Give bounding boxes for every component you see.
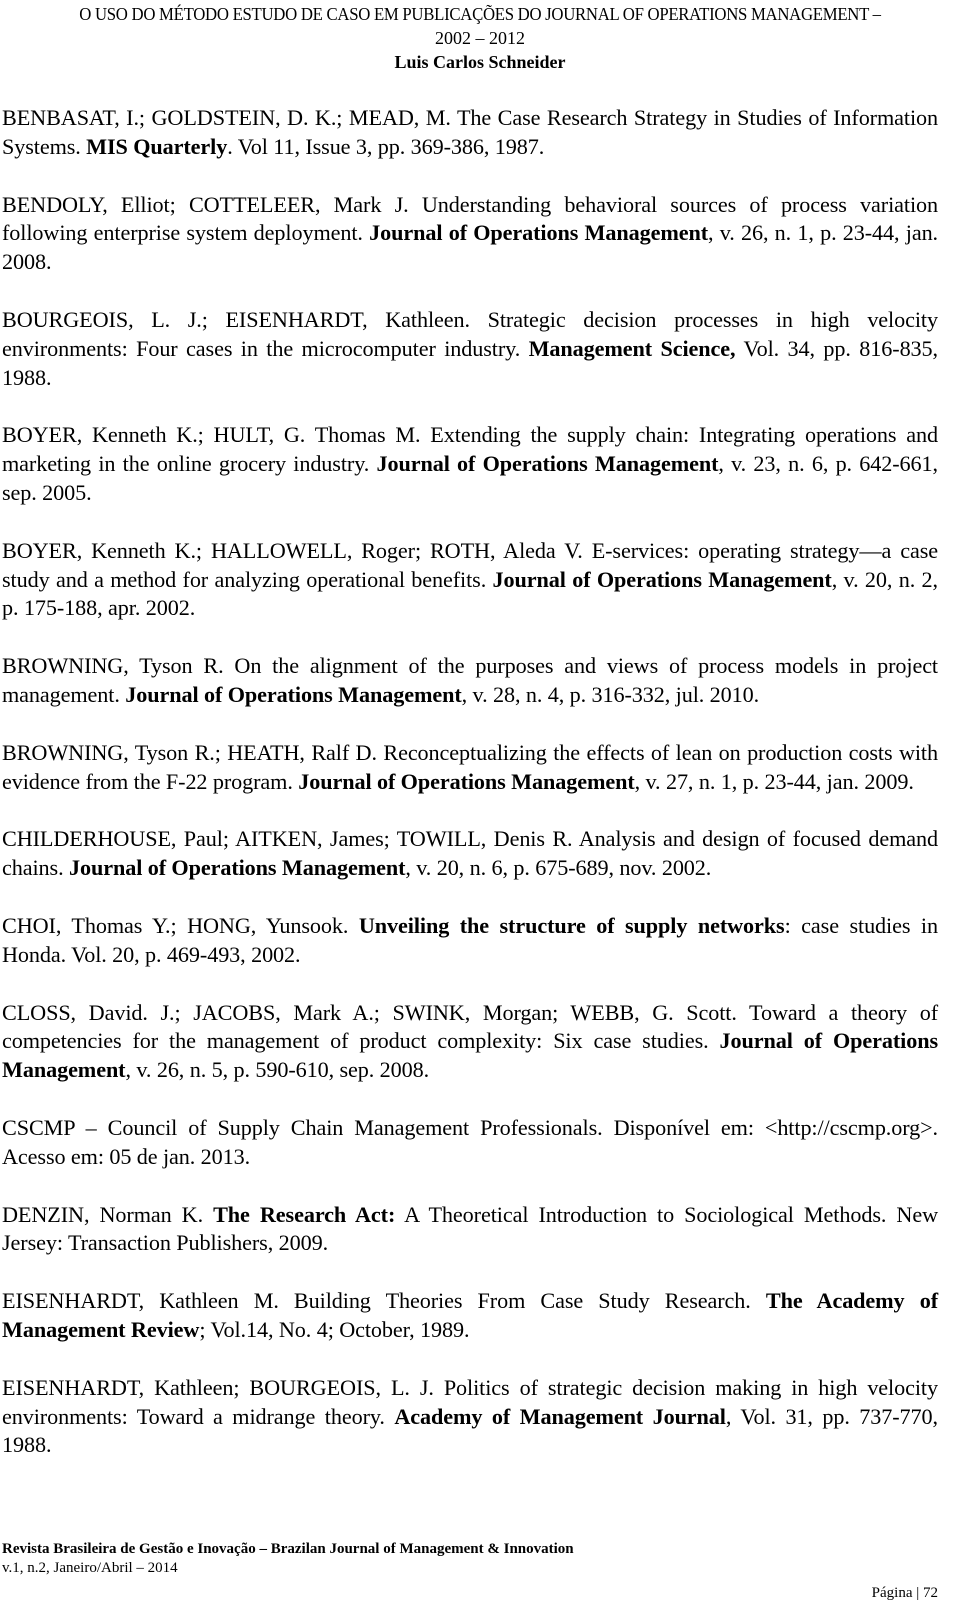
reference-entry: BROWNING, Tyson R.; HEATH, Ralf D. Recon… — [2, 739, 938, 797]
reference-entry: BENBASAT, I.; GOLDSTEIN, D. K.; MEAD, M.… — [2, 104, 938, 162]
reference-source-title: Journal of Operations Management — [492, 566, 832, 592]
reference-text: DENZIN, Norman K. — [2, 1201, 214, 1227]
reference-text: ; Vol.14, No. 4; October, 1989. — [199, 1316, 470, 1342]
page-footer: Revista Brasileira de Gestão e Inovação … — [2, 1540, 938, 1601]
footer-journal-name: Revista Brasileira de Gestão e Inovação … — [2, 1541, 574, 1557]
running-author: Luis Carlos Schneider — [394, 52, 566, 72]
reference-text: , v. 26, n. 5, p. 590-610, sep. 2008. — [125, 1057, 430, 1083]
reference-source-title: Management Science, — [528, 335, 736, 361]
reference-text: CHOI, Thomas Y.; HONG, Yunsook. — [2, 912, 359, 938]
reference-text: . Vol 11, Issue 3, pp. 369-386, 1987. — [227, 133, 545, 159]
reference-entry: EISENHARDT, Kathleen; BOURGEOIS, L. J. P… — [2, 1374, 938, 1460]
reference-entry: DENZIN, Norman K. The Research Act: A Th… — [2, 1201, 938, 1259]
footer-issue-info: v.1, n.2, Janeiro/Abril – 2014 — [2, 1560, 178, 1576]
reference-source-title: The Research Act: — [213, 1201, 396, 1227]
reference-text: , v. 28, n. 4, p. 316-332, jul. 2010. — [461, 681, 760, 707]
reference-entry: CHILDERHOUSE, Paul; AITKEN, James; TOWIL… — [2, 825, 938, 883]
reference-list: BENBASAT, I.; GOLDSTEIN, D. K.; MEAD, M.… — [2, 104, 938, 1489]
reference-source-title: Journal of Operations Management — [68, 855, 406, 881]
reference-entry: EISENHARDT, Kathleen M. Building Theorie… — [2, 1287, 938, 1345]
running-title-years: 2002 – 2012 — [435, 28, 525, 48]
reference-source-title: Unveiling the structure of supply networ… — [358, 912, 785, 938]
reference-source-title: MIS Quarterly — [86, 133, 228, 159]
reference-entry: BOYER, Kenneth K.; HALLOWELL, Roger; ROT… — [2, 537, 938, 623]
reference-text: EISENHARDT, Kathleen M. Building Theorie… — [2, 1288, 766, 1314]
reference-source-title: Journal of Operations Management — [125, 681, 462, 707]
reference-source-title: Academy of Management Journal — [394, 1403, 726, 1429]
page-number: Página | 72 — [871, 1585, 938, 1601]
reference-entry: CSCMP – Council of Supply Chain Manageme… — [2, 1114, 938, 1172]
reference-source-title: Journal of Operations Management — [369, 220, 708, 246]
reference-text: , v. 27, n. 1, p. 23-44, jan. 2009. — [634, 768, 914, 794]
reference-entry: BROWNING, Tyson R. On the alignment of t… — [2, 652, 938, 710]
reference-entry: CLOSS, David. J.; JACOBS, Mark A.; SWINK… — [2, 999, 938, 1085]
page-header: O USO DO MÉTODO ESTUDO DE CASO EM PUBLIC… — [0, 0, 960, 75]
reference-entry: BOYER, Kenneth K.; HULT, G. Thomas M. Ex… — [2, 421, 938, 507]
running-title: O USO DO MÉTODO ESTUDO DE CASO EM PUBLIC… — [79, 4, 881, 24]
reference-entry: BOURGEOIS, L. J.; EISENHARDT, Kathleen. … — [2, 306, 938, 392]
reference-source-title: Journal of Operations Management — [376, 451, 719, 477]
reference-text: , v. 20, n. 6, p. 675-689, nov. 2002. — [405, 855, 712, 881]
reference-entry: CHOI, Thomas Y.; HONG, Yunsook. Unveilin… — [2, 912, 938, 970]
reference-entry: BENDOLY, Elliot; COTTELEER, Mark J. Unde… — [2, 191, 938, 277]
reference-source-title: Journal of Operations Management — [298, 768, 635, 794]
reference-text: CSCMP – Council of Supply Chain Manageme… — [2, 1114, 938, 1169]
